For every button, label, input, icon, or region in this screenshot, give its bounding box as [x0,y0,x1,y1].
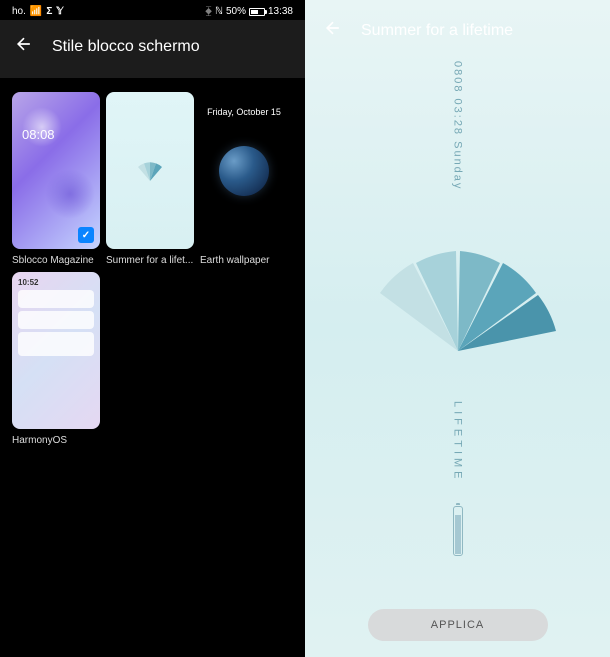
clock-label: 13:38 [268,6,293,17]
nfc-icon: ℕ [215,6,223,17]
theme-label: Earth wallpaper [200,255,288,266]
thumb-time: 08:08 [22,127,55,142]
themes-grid: 08:08 ✓ Sblocco Magazine Summer for a li… [0,78,305,460]
theme-item-sblocco[interactable]: 08:08 ✓ Sblocco Magazine [12,92,100,266]
lifetime-vertical-text: LIFETIME [452,401,464,483]
battery-icon [249,8,265,16]
theme-thumbnail: 08:08 ✓ [12,92,100,249]
theme-item-summer[interactable]: Summer for a lifet... [106,92,194,266]
fan-icon [130,161,170,181]
apply-button[interactable]: APPLICA [368,609,548,641]
sigma-icon: Σ [46,6,52,17]
carrier-label: ho. [12,6,26,17]
theme-label: HarmonyOS [12,435,100,446]
widget-preview [18,311,94,329]
widget-preview [18,332,94,356]
theme-thumbnail: 10:52 [12,272,100,429]
thumb-time: 10:52 [18,278,94,287]
header: Stile blocco schermo [0,20,305,78]
twitter-icon: 𝕐 [56,6,63,17]
battery-vertical-icon [453,506,463,556]
preview-area: 0808 03:28 Sunday LIFETIME [305,56,610,609]
thumb-time: Friday, October 15 [200,107,288,117]
theme-thumbnail [106,92,194,249]
left-panel: ho. 📶 Σ 𝕐 ⧱ ℕ 50% 13:38 Stile blocco sch… [0,0,305,657]
theme-thumbnail: Friday, October 15 [200,92,288,249]
battery-pct: 50% [226,6,246,17]
widget-preview [18,290,94,308]
back-icon[interactable] [323,18,343,44]
back-icon[interactable] [14,34,34,60]
theme-label: Sblocco Magazine [12,255,100,266]
page-title: Stile blocco schermo [52,38,200,56]
right-panel: Summer for a lifetime 0808 03:28 Sunday … [305,0,610,657]
fan-graphic [358,251,558,351]
earth-icon [219,146,269,196]
preview-title: Summer for a lifetime [361,22,513,40]
theme-item-earth[interactable]: Friday, October 15 Earth wallpaper [200,92,288,266]
selected-check-icon: ✓ [78,227,94,243]
theme-item-harmony[interactable]: 10:52 HarmonyOS [12,272,100,446]
date-vertical-text: 0808 03:28 Sunday [452,61,464,190]
bluetooth-icon: ⧱ [205,6,212,17]
preview-header: Summer for a lifetime [305,0,610,56]
signal-icon: 📶 [30,6,42,17]
theme-label: Summer for a lifet... [106,255,194,266]
status-bar: ho. 📶 Σ 𝕐 ⧱ ℕ 50% 13:38 [0,0,305,20]
